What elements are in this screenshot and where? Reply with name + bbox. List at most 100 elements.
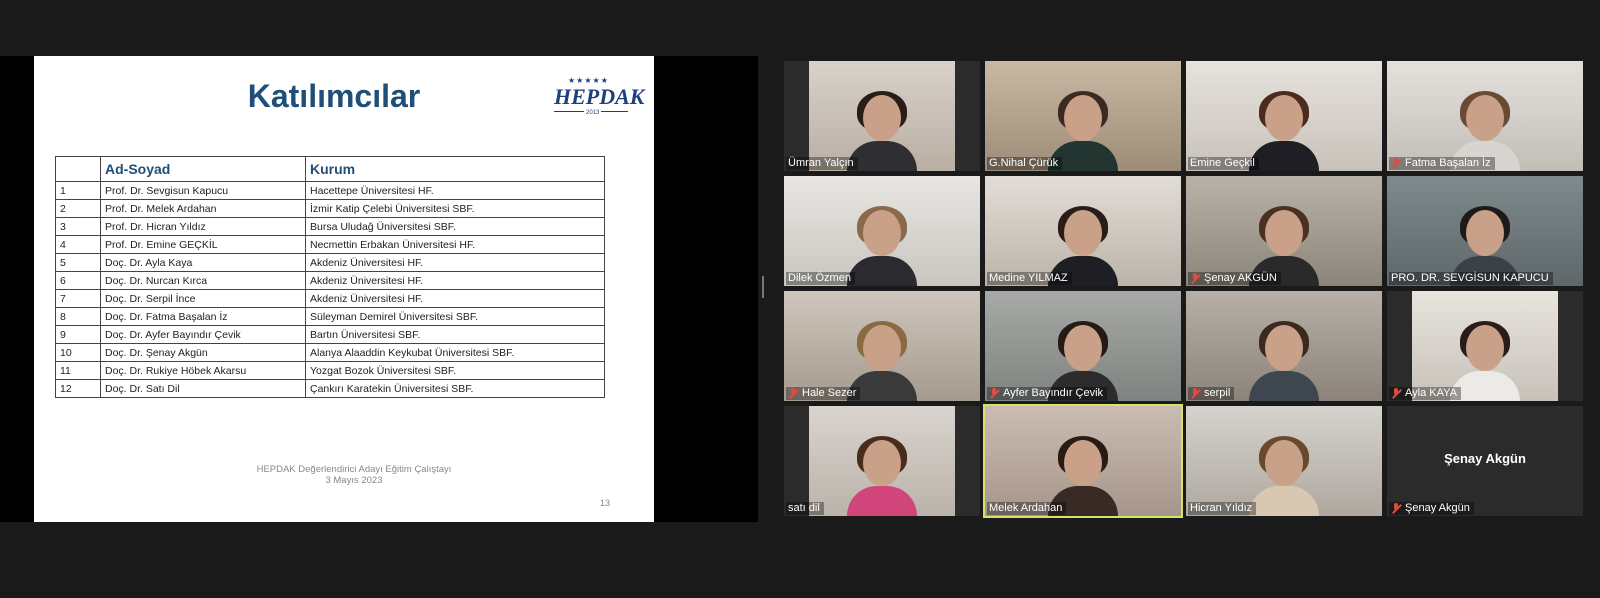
presentation-slide: Katılımcılar ★★★★★ HEPDAK 2013 Ad-Soyad … <box>34 56 654 522</box>
participant-tile[interactable]: Hicran Yıldız <box>1186 406 1382 516</box>
cell-institution: Akdeniz Üniversitesi HF. <box>305 253 605 272</box>
participant-name-tag: satı dil <box>786 502 824 515</box>
participant-tile[interactable]: Ümran Yalçın <box>784 61 980 171</box>
cell-institution: Alanya Alaaddin Keykubat Üniversitesi SB… <box>305 343 605 362</box>
participant-figure <box>1249 91 1319 171</box>
table-row: 8 Doç. Dr. Fatma Başalan İz Süleyman Demir… <box>55 307 605 326</box>
participant-name: Emine Geçkil <box>1190 157 1255 169</box>
logo-year: 2013 <box>584 110 602 116</box>
participant-tile[interactable]: Ayfer Bayındır Çevik <box>985 291 1181 401</box>
slide-page-number: 13 <box>600 498 611 508</box>
cell-name: Doç. Dr. Ayfer Bayındır Çevik <box>100 325 306 344</box>
participant-tile[interactable]: serpil <box>1186 291 1382 401</box>
participant-name-tag: Dilek Özmen <box>786 272 855 285</box>
hepdak-logo: ★★★★★ HEPDAK 2013 <box>554 76 644 118</box>
table-row: 4 Prof. Dr. Emine GEÇKİL Necmettin Erbakan… <box>55 235 605 254</box>
cell-number: 2 <box>55 199 101 218</box>
participant-video <box>809 61 955 171</box>
participant-name: Hale Sezer <box>802 387 857 399</box>
table-row: 1 Prof. Dr. Sevgisun Kapucu Hacettepe Üniv… <box>55 181 605 200</box>
cell-institution: Necmettin Erbakan Üniversitesi HF. <box>305 235 605 254</box>
cell-number: 3 <box>55 217 101 236</box>
header-name: Ad-Soyad <box>100 156 306 182</box>
participant-name-tag: Ayla KAYA <box>1389 387 1461 400</box>
participant-name-tag: Fatma Başalan İz <box>1389 157 1495 170</box>
participant-name: Ayfer Bayındır Çevik <box>1003 387 1104 399</box>
mic-muted-icon <box>1391 502 1401 514</box>
participant-tile[interactable]: Melek Ardahan <box>983 404 1183 518</box>
cell-name: Prof. Dr. Hicran Yıldız <box>100 217 306 236</box>
table-row: 12 Doç. Dr. Satı Dil Çankırı Karatekin Üni… <box>55 379 605 398</box>
header-number <box>55 156 101 182</box>
participant-name: Şenay AKGÜN <box>1204 272 1277 284</box>
participant-tile[interactable]: Fatma Başalan İz <box>1387 61 1583 171</box>
participants-table: Ad-Soyad Kurum 1 Prof. Dr. Sevgisun Kapuc… <box>55 156 605 398</box>
participant-tile[interactable]: Emine Geçkil <box>1186 61 1382 171</box>
participant-figure <box>847 436 917 516</box>
participant-name-tag: PRO. DR. SEVGİSUN KAPUCU <box>1389 272 1553 285</box>
footer-date: 3 Mayıs 2023 <box>325 475 383 486</box>
participant-tile[interactable]: Şenay Akgün Şenay Akgün <box>1387 406 1583 516</box>
cell-number: 7 <box>55 289 101 308</box>
cell-institution: Hacettepe Üniversitesi HF. <box>305 181 605 200</box>
participant-name-tag: Şenay AKGÜN <box>1188 272 1281 285</box>
cell-name: Doç. Dr. Şenay Akgün <box>100 343 306 362</box>
cell-number: 5 <box>55 253 101 272</box>
cell-number: 12 <box>55 379 101 398</box>
participant-tile[interactable]: PRO. DR. SEVGİSUN KAPUCU <box>1387 176 1583 286</box>
mic-muted-icon <box>1190 272 1200 284</box>
table-row: 3 Prof. Dr. Hicran Yıldız Bursa Uludağ Üni… <box>55 217 605 236</box>
participant-tile[interactable]: satı dil <box>784 406 980 516</box>
cell-name: Prof. Dr. Emine GEÇKİL <box>100 235 306 254</box>
logo-text: HEPDAK <box>554 84 645 109</box>
participant-tile[interactable]: Ayla KAYA <box>1387 291 1583 401</box>
participant-video <box>1186 291 1382 401</box>
header-institution: Kurum <box>305 156 605 182</box>
cell-institution: Akdeniz Üniversitesi HF. <box>305 271 605 290</box>
table-row: 9 Doç. Dr. Ayfer Bayındır Çevik Bartın Üni… <box>55 325 605 344</box>
participant-display-name: Şenay Akgün <box>1444 451 1526 466</box>
table-row: 6 Doç. Dr. Nurcan Kırca Akdeniz Üniversite… <box>55 271 605 290</box>
participant-video <box>1387 61 1583 171</box>
cell-institution: Çankırı Karatekin Üniversitesi SBF. <box>305 379 605 398</box>
cell-institution: Akdeniz Üniversitesi HF. <box>305 289 605 308</box>
participant-video <box>809 406 955 516</box>
participant-figure <box>847 206 917 286</box>
participant-video <box>1412 291 1558 401</box>
participant-name-tag: Hale Sezer <box>786 387 861 400</box>
participant-figure <box>1249 321 1319 401</box>
cell-institution: İzmir Katip Çelebi Üniversitesi SBF. <box>305 199 605 218</box>
participant-name: Ümran Yalçın <box>788 157 854 169</box>
participant-tile[interactable]: Medine YILMAZ <box>985 176 1181 286</box>
cell-number: 4 <box>55 235 101 254</box>
mic-muted-icon <box>788 387 798 399</box>
slide-footer: HEPDAK Değerlendirici Adayı Eğitim Çalış… <box>34 464 654 486</box>
participant-tile[interactable]: Hale Sezer <box>784 291 980 401</box>
participant-tile[interactable]: G.Nihal Çürük <box>985 61 1181 171</box>
split-divider-handle[interactable] <box>762 276 764 298</box>
participant-name-tag: Ayfer Bayındır Çevik <box>987 387 1108 400</box>
cell-institution: Süleyman Demirel Üniversitesi SBF. <box>305 307 605 326</box>
participant-name-tag: G.Nihal Çürük <box>987 157 1063 170</box>
participant-name-tag: serpil <box>1188 387 1235 400</box>
table-row: 7 Doç. Dr. Serpil İnce Akdeniz Üniversites… <box>55 289 605 308</box>
cell-name: Doç. Dr. Nurcan Kırca <box>100 271 306 290</box>
mic-muted-icon <box>1190 387 1200 399</box>
cell-name: Prof. Dr. Melek Ardahan <box>100 199 306 218</box>
participant-video <box>985 176 1181 286</box>
participant-tile[interactable]: Dilek Özmen <box>784 176 980 286</box>
participant-video <box>784 176 980 286</box>
table-row: 5 Doç. Dr. Ayla Kaya Akdeniz Üniversitesi … <box>55 253 605 272</box>
table-body: 1 Prof. Dr. Sevgisun Kapucu Hacettepe Üniv… <box>55 181 605 398</box>
cell-number: 1 <box>55 181 101 200</box>
participant-name-tag: Şenay Akgün <box>1389 502 1474 515</box>
mic-muted-icon <box>989 387 999 399</box>
table-row: 11 Doç. Dr. Rukiye Höbek Akarsu Yozgat Boz… <box>55 361 605 380</box>
participant-name: Şenay Akgün <box>1405 502 1470 514</box>
mic-muted-icon <box>1391 387 1401 399</box>
participant-name-tag: Emine Geçkil <box>1188 157 1259 170</box>
participant-video <box>985 291 1181 401</box>
participant-tile[interactable]: Şenay AKGÜN <box>1186 176 1382 286</box>
cell-number: 8 <box>55 307 101 326</box>
cell-name: Doç. Dr. Fatma Başalan İz <box>100 307 306 326</box>
